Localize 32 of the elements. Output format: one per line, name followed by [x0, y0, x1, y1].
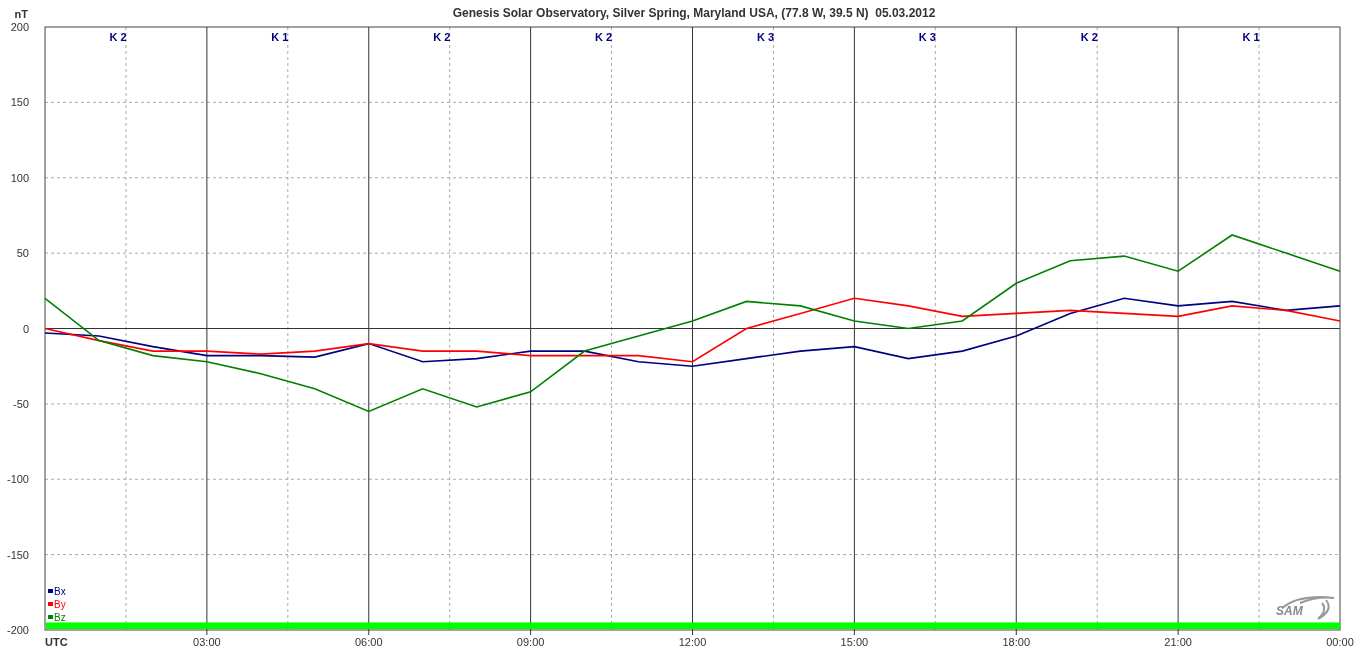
y-tick-label: 0: [22, 322, 29, 335]
y-tick-label: -100: [6, 473, 29, 486]
y-tick-label: 100: [10, 171, 29, 184]
k-index-label: K 3: [918, 31, 936, 43]
y-tick-label: 50: [16, 247, 29, 260]
y-tick-label: 150: [10, 96, 29, 109]
x-tick-label: 03:00: [193, 636, 221, 648]
y-tick-label: -200: [6, 624, 29, 636]
y-tick-label: -50: [13, 397, 29, 410]
x-tick-label: 18:00: [1002, 636, 1030, 648]
x-tick-label: 12:00: [678, 636, 707, 648]
x-tick-label: 06:00: [355, 636, 383, 648]
unit-label: nT: [14, 8, 28, 20]
legend-label: By: [54, 599, 66, 610]
x-tick-label: 15:00: [840, 636, 869, 648]
x-tick-label: 21:00: [1164, 636, 1192, 648]
k-index-label: K 1: [271, 31, 289, 43]
legend-label: Bx: [54, 586, 66, 597]
k-index-label: K 3: [756, 31, 774, 43]
legend-label: Bz: [54, 612, 66, 623]
k-index-label: K 1: [1242, 31, 1260, 43]
time-zone-label: UTC: [45, 636, 68, 648]
x-tick-label: 00:00: [1326, 636, 1354, 648]
x-tick-label: 09:00: [516, 636, 545, 648]
k-index-label: K 2: [109, 31, 127, 43]
chart-title: Genesis Solar Observatory, Silver Spring, Maryland USA, (77.8 W, 39.5 N) 05.03.2012: [452, 6, 936, 20]
y-tick-label: -150: [6, 548, 29, 561]
k-index-label: K 2: [595, 31, 613, 43]
k-index-label: K 2: [433, 31, 451, 43]
k-index-label: K 2: [1080, 31, 1098, 43]
logo: SAM: [1276, 596, 1335, 620]
y-tick-label: 200: [10, 21, 29, 33]
